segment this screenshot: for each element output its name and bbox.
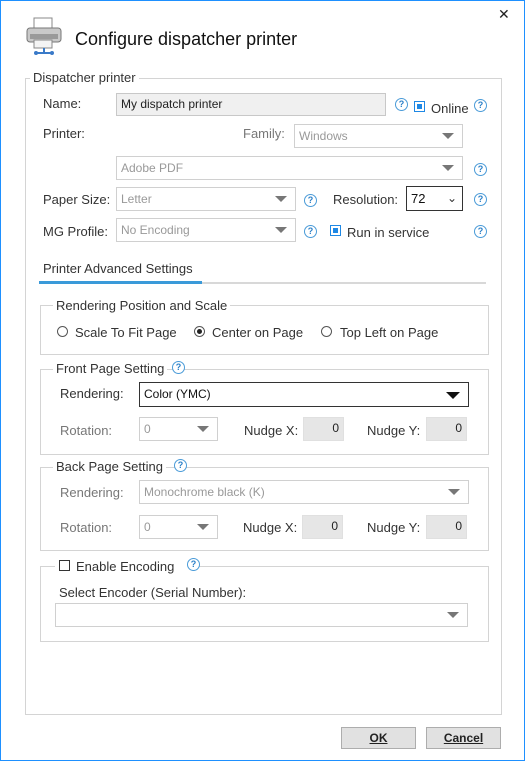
front-rendering-select[interactable]: Color (YMC) — [139, 382, 469, 407]
back-nudge-y-label: Nudge Y: — [367, 520, 421, 535]
online-label: Online — [431, 101, 469, 116]
cancel-button[interactable]: Cancel — [426, 727, 501, 749]
printer-help-icon[interactable]: ? — [474, 163, 487, 176]
chevron-down-icon — [275, 227, 287, 233]
back-nudge-y-input[interactable]: 0 — [426, 515, 467, 539]
run-in-service-label: Run in service — [347, 225, 430, 240]
chevron-down-icon — [446, 391, 460, 399]
back-page-legend: Back Page Setting — [53, 459, 166, 474]
online-help-icon[interactable]: ? — [474, 99, 487, 112]
resolution-select[interactable]: 72 ⌄ — [406, 186, 463, 211]
front-nudge-x-label: Nudge X: — [244, 423, 299, 438]
tab-divider — [202, 282, 486, 284]
resolution-label: Resolution: — [333, 192, 399, 207]
front-page-help-icon[interactable]: ? — [172, 361, 185, 374]
back-nudge-x-input[interactable]: 0 — [302, 515, 343, 539]
back-rendering-select[interactable]: Monochrome black (K) — [139, 480, 469, 504]
enable-encoding-checkbox[interactable] — [59, 560, 70, 571]
radio-top-left-on-page-label: Top Left on Page — [340, 325, 439, 340]
online-checkbox[interactable] — [414, 101, 425, 112]
mg-profile-help-icon[interactable]: ? — [304, 225, 317, 238]
run-in-service-checkbox[interactable] — [330, 225, 341, 236]
back-rotation-label: Rotation: — [60, 520, 113, 535]
printer-value: Adobe PDF — [121, 161, 184, 175]
mg-profile-select[interactable]: No Encoding — [116, 218, 296, 242]
chevron-down-icon — [197, 426, 209, 432]
enable-encoding-label: Enable Encoding — [76, 559, 175, 574]
name-input[interactable]: My dispatch printer — [116, 93, 386, 116]
radio-scale-to-fit[interactable] — [57, 326, 68, 337]
tab-printer-advanced-settings[interactable]: Printer Advanced Settings — [43, 261, 193, 276]
back-nudge-x-label: Nudge X: — [243, 520, 298, 535]
back-rendering-label: Rendering: — [60, 485, 124, 500]
back-page-help-icon[interactable]: ? — [174, 459, 187, 472]
paper-size-label: Paper Size: — [43, 192, 111, 207]
encoder-label: Select Encoder (Serial Number): — [59, 585, 247, 600]
printer-label: Printer: — [43, 126, 85, 141]
back-rotation-select[interactable]: 0 — [139, 515, 218, 539]
family-label: Family: — [243, 126, 285, 141]
paper-size-select[interactable]: Letter — [116, 187, 296, 211]
name-help-icon[interactable]: ? — [395, 98, 408, 111]
encoder-select[interactable] — [55, 603, 468, 627]
run-in-service-help-icon[interactable]: ? — [474, 225, 487, 238]
front-nudge-y-label: Nudge Y: — [367, 423, 421, 438]
chevron-down-icon — [197, 524, 209, 530]
rendering-position-legend: Rendering Position and Scale — [53, 298, 231, 313]
front-rotation-select[interactable]: 0 — [139, 417, 218, 441]
resolution-value: 72 — [411, 191, 426, 206]
front-nudge-y-input[interactable]: 0 — [426, 417, 467, 441]
back-rotation-value: 0 — [144, 520, 151, 534]
name-label: Name: — [43, 96, 82, 111]
front-nudge-x-input[interactable]: 0 — [303, 417, 344, 441]
paper-size-value: Letter — [121, 192, 152, 206]
chevron-down-icon — [442, 165, 454, 171]
front-rotation-label: Rotation: — [60, 423, 113, 438]
front-page-legend: Front Page Setting — [53, 361, 168, 376]
front-rotation-value: 0 — [144, 422, 151, 436]
radio-scale-to-fit-label: Scale To Fit Page — [75, 325, 177, 340]
ok-button[interactable]: OK — [341, 727, 416, 749]
radio-center-on-page-label: Center on Page — [212, 325, 304, 340]
printer-icon — [24, 16, 68, 56]
family-value: Windows — [299, 129, 348, 143]
front-rendering-label: Rendering: — [60, 386, 124, 401]
dispatcher-printer-legend: Dispatcher printer — [30, 70, 139, 85]
radio-center-on-page[interactable] — [194, 326, 205, 337]
back-rendering-value: Monochrome black (K) — [144, 485, 265, 499]
mg-profile-value: No Encoding — [121, 223, 190, 237]
family-select[interactable]: Windows — [294, 124, 463, 148]
chevron-down-icon — [275, 196, 287, 202]
mg-profile-label: MG Profile: — [43, 224, 109, 239]
radio-top-left-on-page[interactable] — [321, 326, 332, 337]
dialog-title: Configure dispatcher printer — [75, 29, 298, 49]
front-rendering-value: Color (YMC) — [144, 387, 211, 401]
chevron-down-icon — [448, 489, 460, 495]
chevron-down-icon — [447, 612, 459, 618]
printer-select[interactable]: Adobe PDF — [116, 156, 463, 180]
active-tab-indicator — [39, 281, 202, 284]
encoding-help-icon[interactable]: ? — [187, 558, 200, 571]
chevron-down-icon — [442, 133, 454, 139]
chevron-down-icon: ⌄ — [446, 191, 457, 205]
paper-size-help-icon[interactable]: ? — [304, 194, 317, 207]
close-icon[interactable]: ✕ — [498, 6, 510, 23]
resolution-help-icon[interactable]: ? — [474, 193, 487, 206]
